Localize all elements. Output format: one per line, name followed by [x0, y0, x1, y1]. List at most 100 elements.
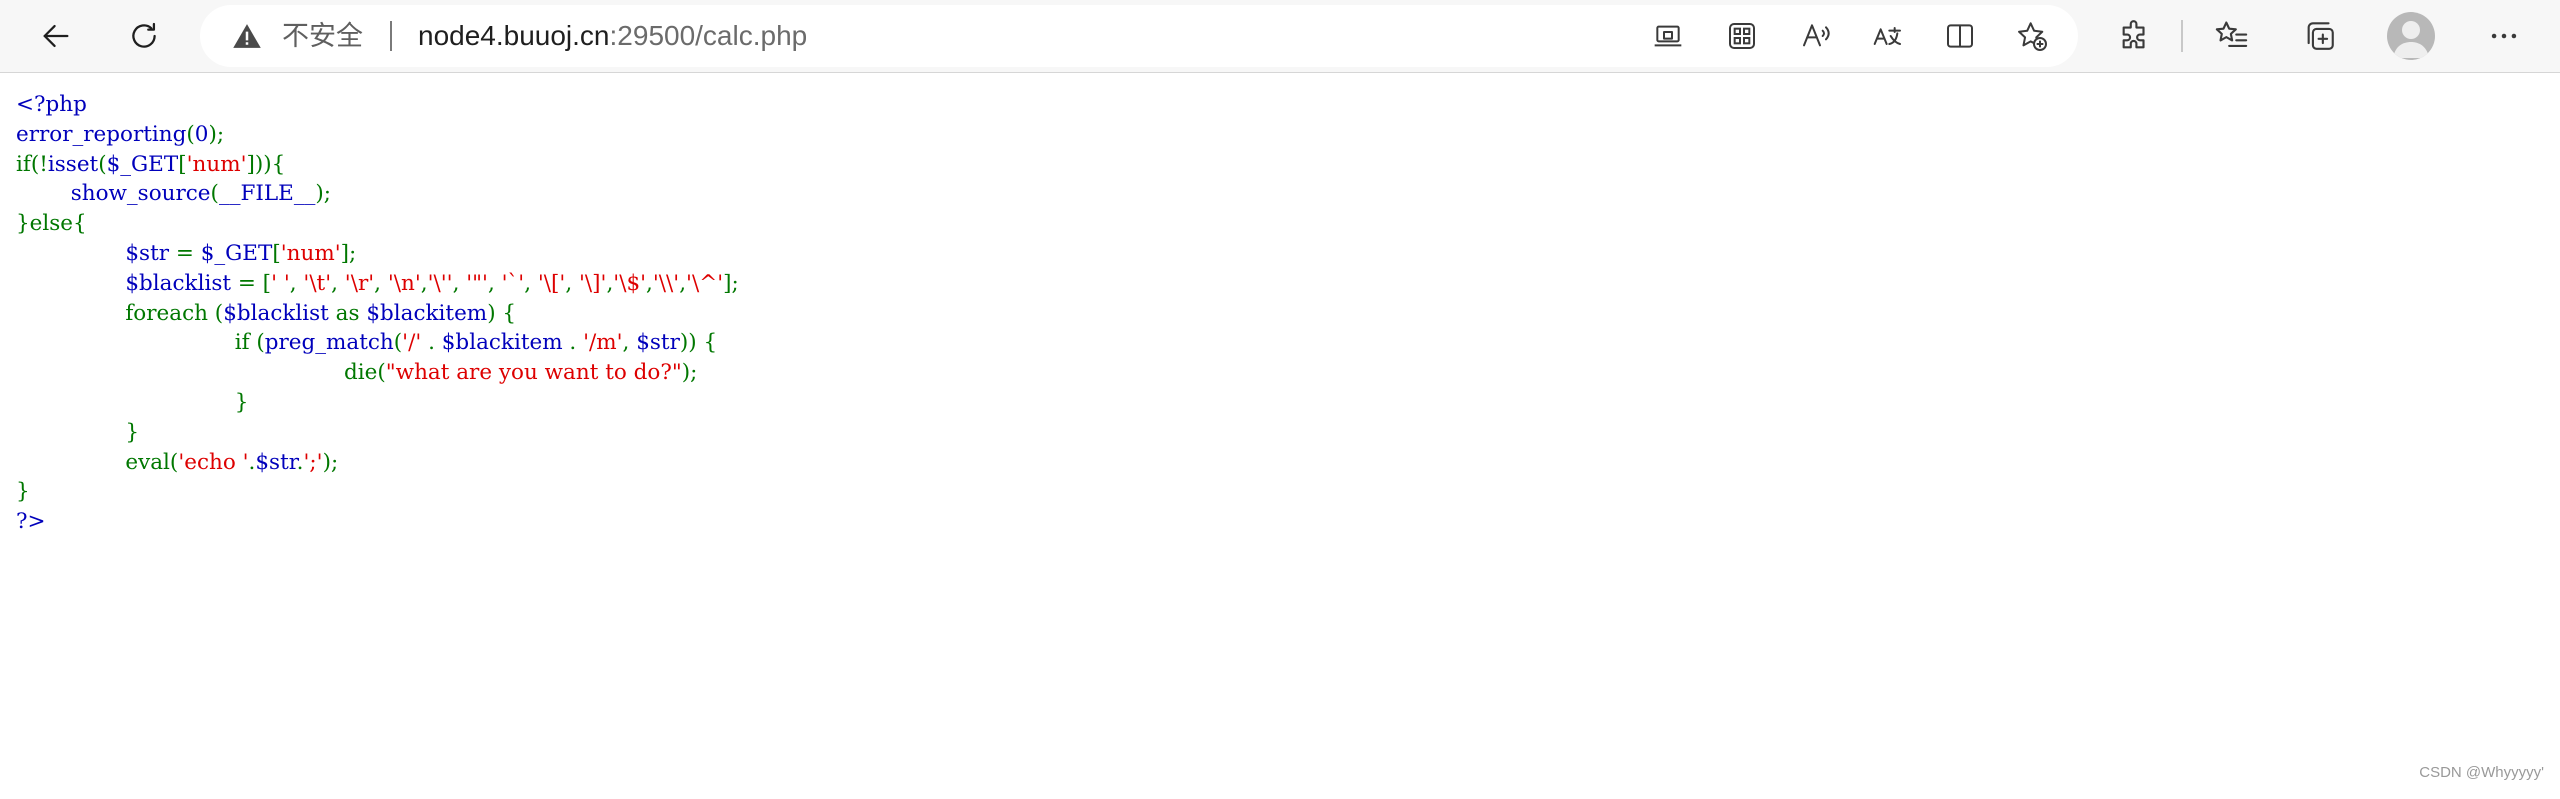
- extensions-icon[interactable]: [2115, 16, 2155, 56]
- url-host: node4.buuoj.cn: [418, 20, 610, 51]
- code-line: }else{: [16, 209, 739, 239]
- code-token: );: [315, 181, 331, 207]
- code-token: ,: [487, 270, 502, 296]
- address-bar[interactable]: 不安全 node4.buuoj.cn:29500/calc.php: [200, 5, 2078, 67]
- code-line: <?php: [16, 90, 739, 120]
- watermark: CSDN @Whyyyyy': [2419, 764, 2544, 781]
- security-status-label[interactable]: 不安全: [282, 19, 363, 53]
- code-token: (: [210, 181, 219, 207]
- code-token: ,: [524, 270, 538, 296]
- code-token: error_reporting: [16, 121, 187, 147]
- code-token: $blacklist: [223, 300, 336, 326]
- profile-avatar[interactable]: [2387, 12, 2435, 60]
- php-source-code: <?php error_reporting(0); if(!isset($_GET[…: [16, 90, 739, 537]
- code-token: ';': [303, 449, 323, 475]
- warning-triangle-icon[interactable]: [232, 22, 262, 50]
- code-token: preg_match: [264, 330, 394, 356]
- back-arrow-icon[interactable]: [34, 14, 78, 58]
- code-token: .: [428, 330, 442, 356]
- code-token: )) {: [679, 330, 718, 356]
- code-token: $blackitem: [366, 300, 488, 326]
- code-token: '\t': [303, 270, 332, 296]
- code-token: [: [178, 151, 187, 177]
- code-token: '/': [402, 330, 429, 356]
- code-token: );: [322, 449, 339, 475]
- code-line: if (preg_match('/' . $blackitem . '/m', …: [16, 328, 739, 358]
- code-token: (: [186, 121, 195, 147]
- code-token: ,: [374, 270, 388, 296]
- code-token: ?>: [16, 509, 46, 535]
- app-available-icon[interactable]: [1650, 18, 1686, 54]
- code-token: <?php: [16, 92, 87, 117]
- code-token: $_GET: [106, 151, 179, 177]
- code-line: }: [16, 388, 739, 418]
- code-token: ' ': [271, 270, 290, 296]
- code-token: ,: [289, 270, 304, 296]
- code-line: }: [16, 418, 739, 448]
- code-line: foreach ($blacklist as $blackitem) {: [16, 299, 739, 329]
- split-screen-icon[interactable]: [1942, 18, 1978, 54]
- code-token: ,: [420, 270, 428, 296]
- code-line: }: [16, 477, 739, 507]
- code-token: }: [16, 419, 140, 445]
- code-token: die(: [16, 360, 386, 386]
- code-token: ,: [565, 270, 579, 296]
- code-line: ?>: [16, 507, 739, 537]
- code-token: '/m': [583, 330, 623, 356]
- code-line: die("what are you want to do?");: [16, 358, 739, 388]
- add-favorite-icon[interactable]: [2014, 18, 2050, 54]
- code-line: error_reporting(0);: [16, 120, 739, 150]
- code-token: $blacklist: [125, 270, 238, 296]
- code-token: 'num': [280, 240, 341, 266]
- code-token: '\]': [579, 270, 607, 296]
- address-divider: [390, 21, 392, 51]
- code-token: eval(: [16, 449, 179, 475]
- code-token: $str: [636, 330, 680, 356]
- refresh-icon[interactable]: [122, 14, 166, 58]
- code-token: ) {: [487, 300, 517, 326]
- code-token: ];: [340, 240, 357, 266]
- translate-icon[interactable]: [1870, 18, 1906, 54]
- code-token: ,: [452, 270, 467, 296]
- favorites-icon[interactable]: [2212, 16, 2252, 56]
- url-path: :29500/calc.php: [609, 20, 808, 51]
- code-token: foreach (: [16, 300, 224, 326]
- code-line: $blacklist = [' ', '\t', '\r', '\n','\''…: [16, 269, 739, 299]
- read-aloud-icon[interactable]: [1798, 18, 1834, 54]
- code-line: $str = $_GET['num'];: [16, 239, 739, 269]
- qr-code-icon[interactable]: [1724, 18, 1760, 54]
- code-token: as: [335, 300, 367, 326]
- code-token: ,: [646, 270, 653, 296]
- code-token: ];: [723, 270, 739, 296]
- code-token: );: [208, 121, 225, 147]
- code-token: '"': [466, 270, 488, 296]
- code-token: '\^': [686, 270, 724, 296]
- code-token: }: [16, 479, 30, 505]
- code-line: if(!isset($_GET['num'])){: [16, 150, 739, 180]
- code-token: if(!: [16, 151, 48, 177]
- code-token: '\r': [344, 270, 375, 296]
- code-token: '\n': [387, 270, 421, 296]
- code-token: "what are you want to do?": [385, 360, 682, 386]
- code-token: .: [569, 330, 584, 356]
- code-token: $str: [255, 449, 297, 475]
- code-token: '\\': [652, 270, 680, 296]
- code-token: isset: [47, 151, 99, 177]
- code-token: __FILE__: [218, 181, 316, 207]
- code-token: (: [98, 151, 107, 177]
- code-token: ,: [622, 330, 637, 356]
- url-text[interactable]: node4.buuoj.cn:29500/calc.php: [418, 19, 807, 53]
- collections-icon[interactable]: [2300, 16, 2340, 56]
- code-token: 0: [194, 121, 209, 147]
- code-token: '`': [501, 270, 525, 296]
- code-token: = [: [237, 270, 272, 296]
- browser-toolbar: 不安全 node4.buuoj.cn:29500/calc.php: [0, 0, 2560, 73]
- toolbar-divider: [2181, 20, 2183, 52]
- code-token: '\'': [427, 270, 453, 296]
- code-token: $_GET: [200, 240, 273, 266]
- more-menu-icon[interactable]: [2484, 16, 2524, 56]
- code-token: $blackitem: [441, 330, 570, 356]
